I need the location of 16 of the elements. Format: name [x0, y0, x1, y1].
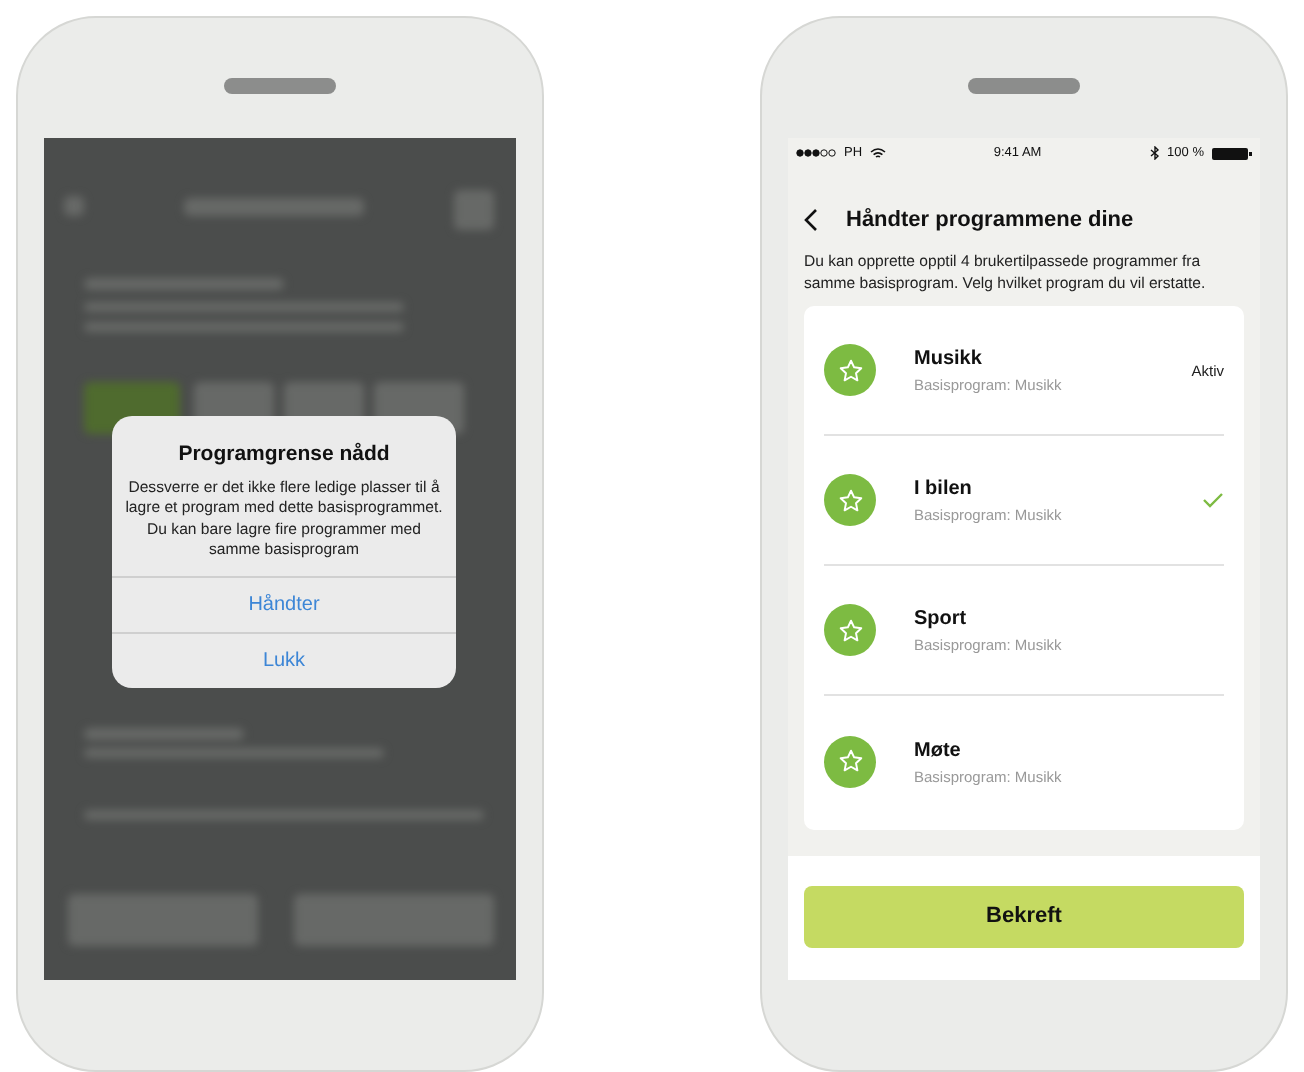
bluetooth-icon — [1149, 146, 1160, 161]
battery-icon — [1211, 147, 1252, 160]
blurred-shape — [454, 190, 494, 230]
program-name: I bilen — [914, 476, 974, 505]
blurred-shape — [64, 196, 84, 216]
screen-title: Håndter programmene dine — [846, 205, 1134, 236]
program-name: Musikk — [914, 346, 984, 375]
dialog-title: Programgrense nådd — [176, 440, 392, 470]
program-name: Møte — [914, 737, 963, 766]
back-icon[interactable] — [804, 208, 818, 232]
speaker-icon — [968, 78, 1080, 94]
speaker-icon — [224, 78, 336, 94]
confirm-button[interactable]: Bekreft — [804, 886, 1244, 948]
signal-icon — [796, 148, 836, 159]
wifi-icon — [870, 147, 887, 160]
program-name: Sport — [914, 606, 969, 635]
